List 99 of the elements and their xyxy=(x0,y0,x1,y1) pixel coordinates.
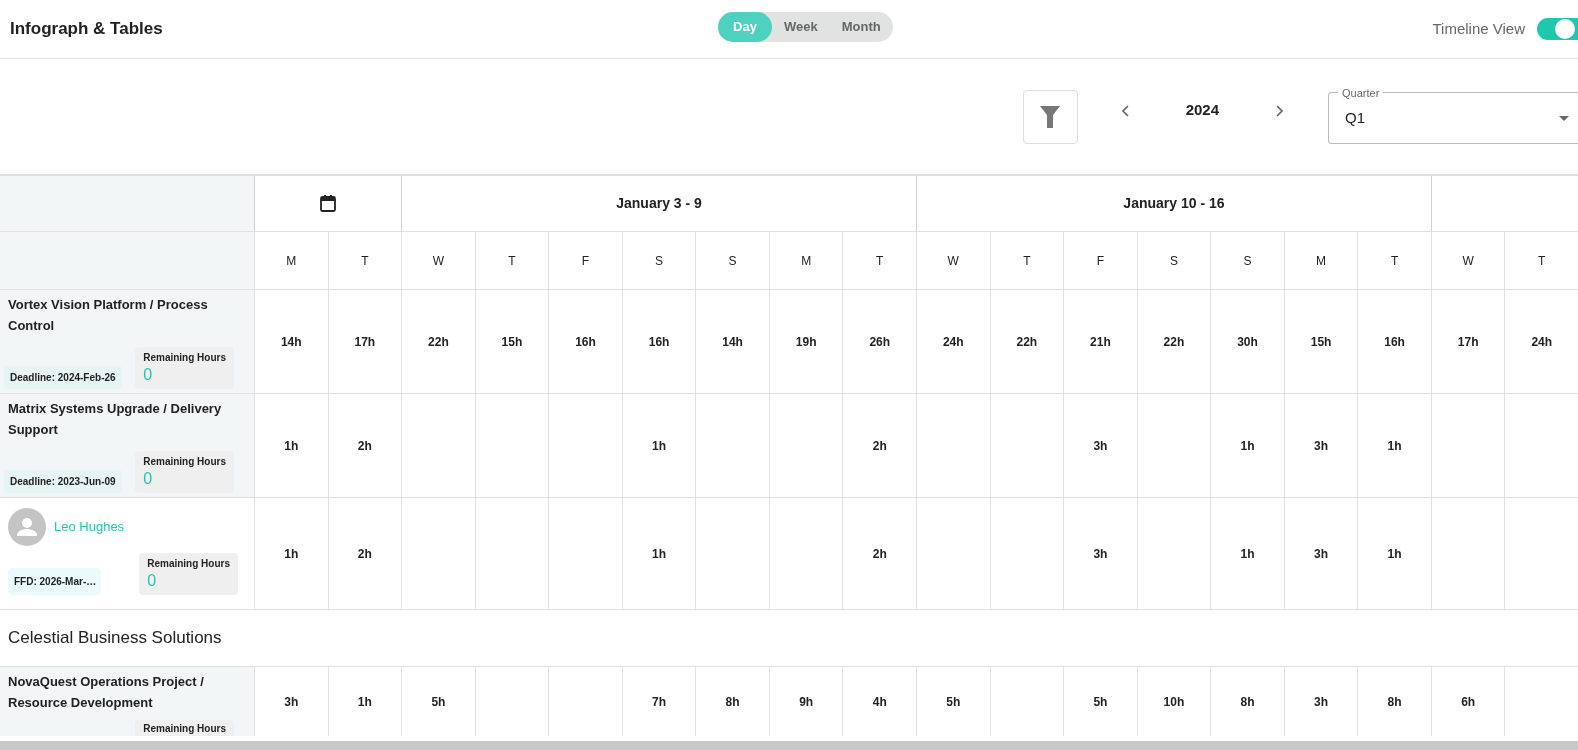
hours-value: 3h xyxy=(1093,437,1108,455)
next-button[interactable] xyxy=(1275,104,1283,117)
day-label: S xyxy=(728,252,737,270)
hours-value: 5h xyxy=(946,693,961,711)
horizontal-scrollbar[interactable] xyxy=(0,741,1578,750)
ffd-tag: FFD: 2026-Mar-… xyxy=(8,568,101,595)
hours-value: 1h xyxy=(1387,545,1402,563)
hours-value: 8h xyxy=(1240,693,1255,711)
hours-value: 21h xyxy=(1090,333,1111,351)
remaining-hours-label: Remaining Hours xyxy=(143,351,226,365)
remaining-hours-value: 0 xyxy=(147,571,158,591)
year-label: 2024 xyxy=(1185,100,1219,121)
deadline-tag: Deadline: 2024-Feb-26 xyxy=(4,366,122,389)
day-label: S xyxy=(655,252,664,270)
hours-value: 5h xyxy=(1093,693,1108,711)
day-label: M xyxy=(1316,252,1327,270)
day-label: S xyxy=(1243,252,1252,270)
hours-value: 16h xyxy=(648,333,670,351)
hours-value: 2h xyxy=(357,545,372,563)
chevron-right-icon xyxy=(1275,104,1283,117)
day-label: T xyxy=(361,252,369,270)
remaining-hours-label: Remaining Hours xyxy=(143,722,226,736)
hours-value: 1h xyxy=(652,545,667,563)
day-label: W xyxy=(1462,252,1474,270)
day-label: T xyxy=(1023,252,1031,270)
remaining-hours-value: 0 xyxy=(143,365,154,385)
day-label: F xyxy=(1096,252,1105,270)
day-label: T xyxy=(876,252,884,270)
quarter-value: Q1 xyxy=(1345,107,1365,128)
day-label: W xyxy=(432,252,445,270)
filter-button[interactable] xyxy=(1022,89,1078,144)
day-label: F xyxy=(581,252,590,270)
project-title: Matrix Systems Upgrade / Delivery Support xyxy=(8,400,223,439)
hours-value: 3h xyxy=(1314,693,1329,711)
day-label: M xyxy=(801,252,812,270)
filter-icon xyxy=(1040,105,1061,128)
hours-value: 3h xyxy=(1093,545,1108,563)
hours-value: 2h xyxy=(872,545,887,563)
hours-value: 2h xyxy=(357,437,372,455)
hours-value: 6h xyxy=(1461,693,1476,711)
hours-value: 14h xyxy=(722,333,743,351)
hours-value: 15h xyxy=(1310,333,1332,351)
day-label: W xyxy=(947,252,959,270)
hours-value: 3h xyxy=(284,693,299,711)
hours-value: 8h xyxy=(725,693,740,711)
hours-value: 16h xyxy=(1384,333,1405,351)
hours-value: 10h xyxy=(1163,693,1185,711)
hours-value: 24h xyxy=(1531,333,1553,351)
page-title: Infograph & Tables xyxy=(10,18,163,41)
hours-value: 7h xyxy=(652,693,667,711)
hours-value: 1h xyxy=(284,545,299,563)
hours-value: 8h xyxy=(1387,693,1402,711)
day-label: T xyxy=(1538,252,1546,270)
hours-value: 16h xyxy=(575,333,596,351)
hours-value: 26h xyxy=(869,333,891,351)
hours-value: 1h xyxy=(1387,437,1402,455)
hours-value: 22h xyxy=(428,333,449,351)
project-title: NovaQuest Operations Project / Resource Development xyxy=(8,673,205,712)
deadline-tag: Deadline: 2023-Jun-09 xyxy=(4,470,122,493)
hours-value: 15h xyxy=(501,333,523,351)
chevron-left-icon xyxy=(1121,104,1130,117)
remaining-hours-label: Remaining Hours xyxy=(143,455,226,469)
remaining-hours-label: Remaining Hours xyxy=(147,557,230,571)
hours-value: 22h xyxy=(1163,333,1185,351)
hours-value: 3h xyxy=(1314,437,1329,455)
timeline-view-label: Timeline View xyxy=(1432,18,1525,39)
hours-value: 1h xyxy=(652,437,667,455)
hours-value: 1h xyxy=(284,437,299,455)
week-range-label: January 10 - 16 xyxy=(1123,194,1225,213)
day-label: S xyxy=(1169,252,1178,270)
hours-value: 1h xyxy=(357,693,372,711)
previous-button[interactable] xyxy=(1121,104,1130,117)
hours-value: 3h xyxy=(1314,545,1329,563)
hours-value: 14h xyxy=(280,333,302,351)
timeline-toggle[interactable] xyxy=(1537,18,1578,40)
hours-value: 4h xyxy=(872,693,887,711)
avatar-icon xyxy=(8,508,46,546)
day-label: M xyxy=(286,252,297,270)
day-label: T xyxy=(1390,252,1399,270)
day-label: T xyxy=(508,252,516,270)
hours-value: 2h xyxy=(872,437,887,455)
hours-value: 9h xyxy=(799,693,814,711)
dropdown-caret-icon xyxy=(1559,115,1569,121)
hours-value: 24h xyxy=(942,333,964,351)
week-range-label: January 3 - 9 xyxy=(616,194,702,213)
hours-value: 17h xyxy=(1457,333,1479,351)
view-mode-tab[interactable]: Week xyxy=(772,12,830,42)
group-title: Celestial Business Solutions xyxy=(8,627,222,650)
hours-value: 30h xyxy=(1237,333,1258,351)
hours-value: 5h xyxy=(431,693,446,711)
remaining-hours-value: 0 xyxy=(143,469,154,489)
hours-value: 19h xyxy=(795,333,817,351)
project-title: Vortex Vision Platform / Process Control xyxy=(8,296,209,335)
hours-value: 17h xyxy=(354,333,376,351)
hours-value: 22h xyxy=(1016,333,1038,351)
view-mode-tab[interactable]: Month xyxy=(829,12,893,42)
hours-value: 1h xyxy=(1240,437,1255,455)
hours-value: 1h xyxy=(1240,545,1255,563)
calendar-icon[interactable] xyxy=(320,195,337,212)
